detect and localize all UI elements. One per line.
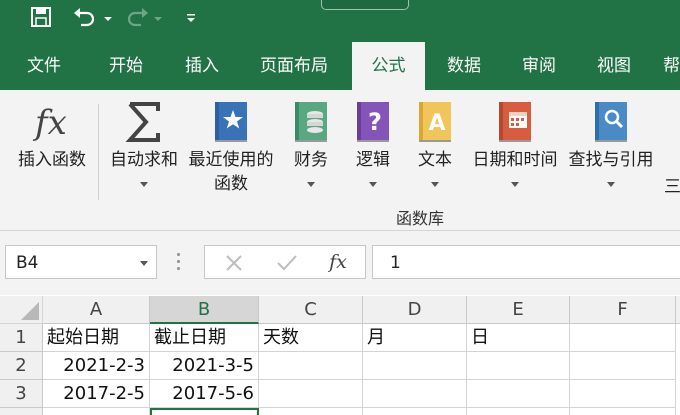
cell-c2[interactable] — [259, 352, 363, 380]
svg-text:?: ? — [368, 108, 382, 136]
cell-a2[interactable]: 2021-2-3 — [43, 352, 150, 380]
cell-f4[interactable] — [570, 408, 676, 415]
ribbon-tabs: 文件 开始 插入 页面布局 公式 数据 审阅 视图 帮 — [0, 42, 680, 90]
tab-view[interactable]: 视图 — [580, 42, 648, 90]
logic-book-icon: ? — [353, 100, 393, 149]
cell-b3[interactable]: 2017-5-6 — [150, 380, 259, 408]
chevron-down-icon — [307, 182, 315, 187]
function-library-group-label: 函数库 — [395, 209, 444, 228]
ribbon-overflow-label: 三 — [664, 177, 680, 197]
chevron-down-icon — [431, 182, 439, 187]
cell-f1[interactable] — [570, 324, 676, 352]
tab-data[interactable]: 数据 — [430, 42, 498, 90]
cell-f3[interactable] — [570, 380, 676, 408]
row-header-3[interactable]: 3 — [0, 380, 43, 408]
name-box[interactable]: B4 — [5, 245, 157, 279]
undo-icon[interactable] — [72, 6, 98, 28]
svg-text:A: A — [428, 111, 445, 136]
confirm-icon[interactable] — [262, 246, 312, 278]
column-header-d[interactable]: D — [363, 296, 467, 324]
formula-input[interactable]: 1 — [372, 245, 680, 279]
svg-text:fx: fx — [32, 103, 67, 143]
ribbon-separator — [98, 104, 99, 200]
cell-c1[interactable]: 天数 — [259, 324, 363, 352]
select-all-corner[interactable] — [0, 296, 43, 324]
row-header-1[interactable]: 1 — [0, 324, 43, 352]
financial-button[interactable]: 财务 — [282, 90, 340, 200]
cell-b2[interactable]: 2021-3-5 — [150, 352, 259, 380]
column-header-g[interactable] — [676, 296, 680, 324]
column-header-b[interactable]: B — [150, 296, 259, 324]
cell-a3[interactable]: 2017-2-5 — [43, 380, 150, 408]
text-functions-button[interactable]: A 文本 — [406, 90, 464, 200]
insert-function-button[interactable]: fx 插入函数 — [8, 90, 96, 200]
cell-c3[interactable] — [259, 380, 363, 408]
cell-e4[interactable] — [467, 408, 570, 415]
insert-function-icon[interactable]: fx — [313, 246, 363, 278]
sigma-icon — [124, 100, 164, 149]
cell-d2[interactable] — [363, 352, 467, 380]
cell-a4[interactable] — [43, 408, 150, 415]
autosum-button[interactable]: 自动求和 — [104, 90, 184, 200]
column-header-c[interactable]: C — [259, 296, 363, 324]
cell-c4[interactable] — [259, 408, 363, 415]
chevron-down-icon — [369, 182, 377, 187]
spreadsheet-grid: A B C D E F 1 起始日期 截止日期 天数 月 日 2 2021-2-… — [0, 296, 680, 415]
customize-toolbar-icon[interactable] — [185, 8, 197, 28]
tab-page-layout[interactable]: 页面布局 — [246, 42, 342, 90]
cancel-icon[interactable] — [209, 246, 259, 278]
cell-d1[interactable]: 月 — [363, 324, 467, 352]
calendar-book-icon — [495, 100, 535, 149]
text-book-icon: A — [415, 100, 455, 149]
tab-help[interactable]: 帮 — [663, 42, 680, 90]
logical-button[interactable]: ? 逻辑 — [344, 90, 402, 200]
cell-b1[interactable]: 截止日期 — [150, 324, 259, 352]
cell-e1[interactable]: 日 — [467, 324, 570, 352]
tab-home[interactable]: 开始 — [92, 42, 160, 90]
chevron-down-icon[interactable] — [140, 261, 148, 266]
chevron-down-icon — [607, 182, 615, 187]
tab-insert[interactable]: 插入 — [168, 42, 236, 90]
row-header-2[interactable]: 2 — [0, 352, 43, 380]
finance-book-icon — [291, 100, 331, 149]
drag-handle-icon[interactable] — [177, 253, 181, 274]
title-bar — [0, 0, 680, 42]
chevron-down-icon — [511, 182, 519, 187]
title-handle — [321, 0, 409, 10]
recently-used-button[interactable]: 最近使用的 函数 — [184, 90, 278, 200]
formula-bar: B4 fx 1 — [0, 231, 680, 295]
column-header-a[interactable]: A — [43, 296, 150, 324]
cell-a1[interactable]: 起始日期 — [43, 324, 150, 352]
cell-e3[interactable] — [467, 380, 570, 408]
formula-buttons: fx — [204, 245, 366, 279]
column-header-f[interactable]: F — [570, 296, 676, 324]
tab-review[interactable]: 审阅 — [505, 42, 573, 90]
save-icon[interactable] — [30, 6, 52, 28]
tab-file[interactable]: 文件 — [10, 42, 78, 90]
date-time-button[interactable]: 日期和时间 — [467, 90, 563, 200]
undo-dropdown-icon[interactable] — [103, 8, 113, 28]
ribbon-panel: fx 插入函数 自动求和 最近使用的 函数 财务 ? 逻辑 A 文本 日期和时间… — [0, 90, 680, 231]
cell-d3[interactable] — [363, 380, 467, 408]
star-book-icon — [211, 100, 251, 149]
cell-f2[interactable] — [570, 352, 676, 380]
redo-icon[interactable] — [124, 6, 150, 28]
cell-e2[interactable] — [467, 352, 570, 380]
lookup-book-icon — [591, 100, 631, 149]
redo-dropdown-icon[interactable] — [153, 8, 163, 28]
row-header-4[interactable] — [0, 408, 43, 415]
cell-b4-active[interactable] — [150, 408, 259, 415]
column-header-e[interactable]: E — [467, 296, 570, 324]
chevron-down-icon — [140, 182, 148, 187]
cell-d4[interactable] — [363, 408, 467, 415]
fx-icon: fx — [32, 100, 72, 149]
lookup-reference-button[interactable]: 查找与引用 — [563, 90, 659, 200]
tab-formulas[interactable]: 公式 — [352, 42, 425, 90]
